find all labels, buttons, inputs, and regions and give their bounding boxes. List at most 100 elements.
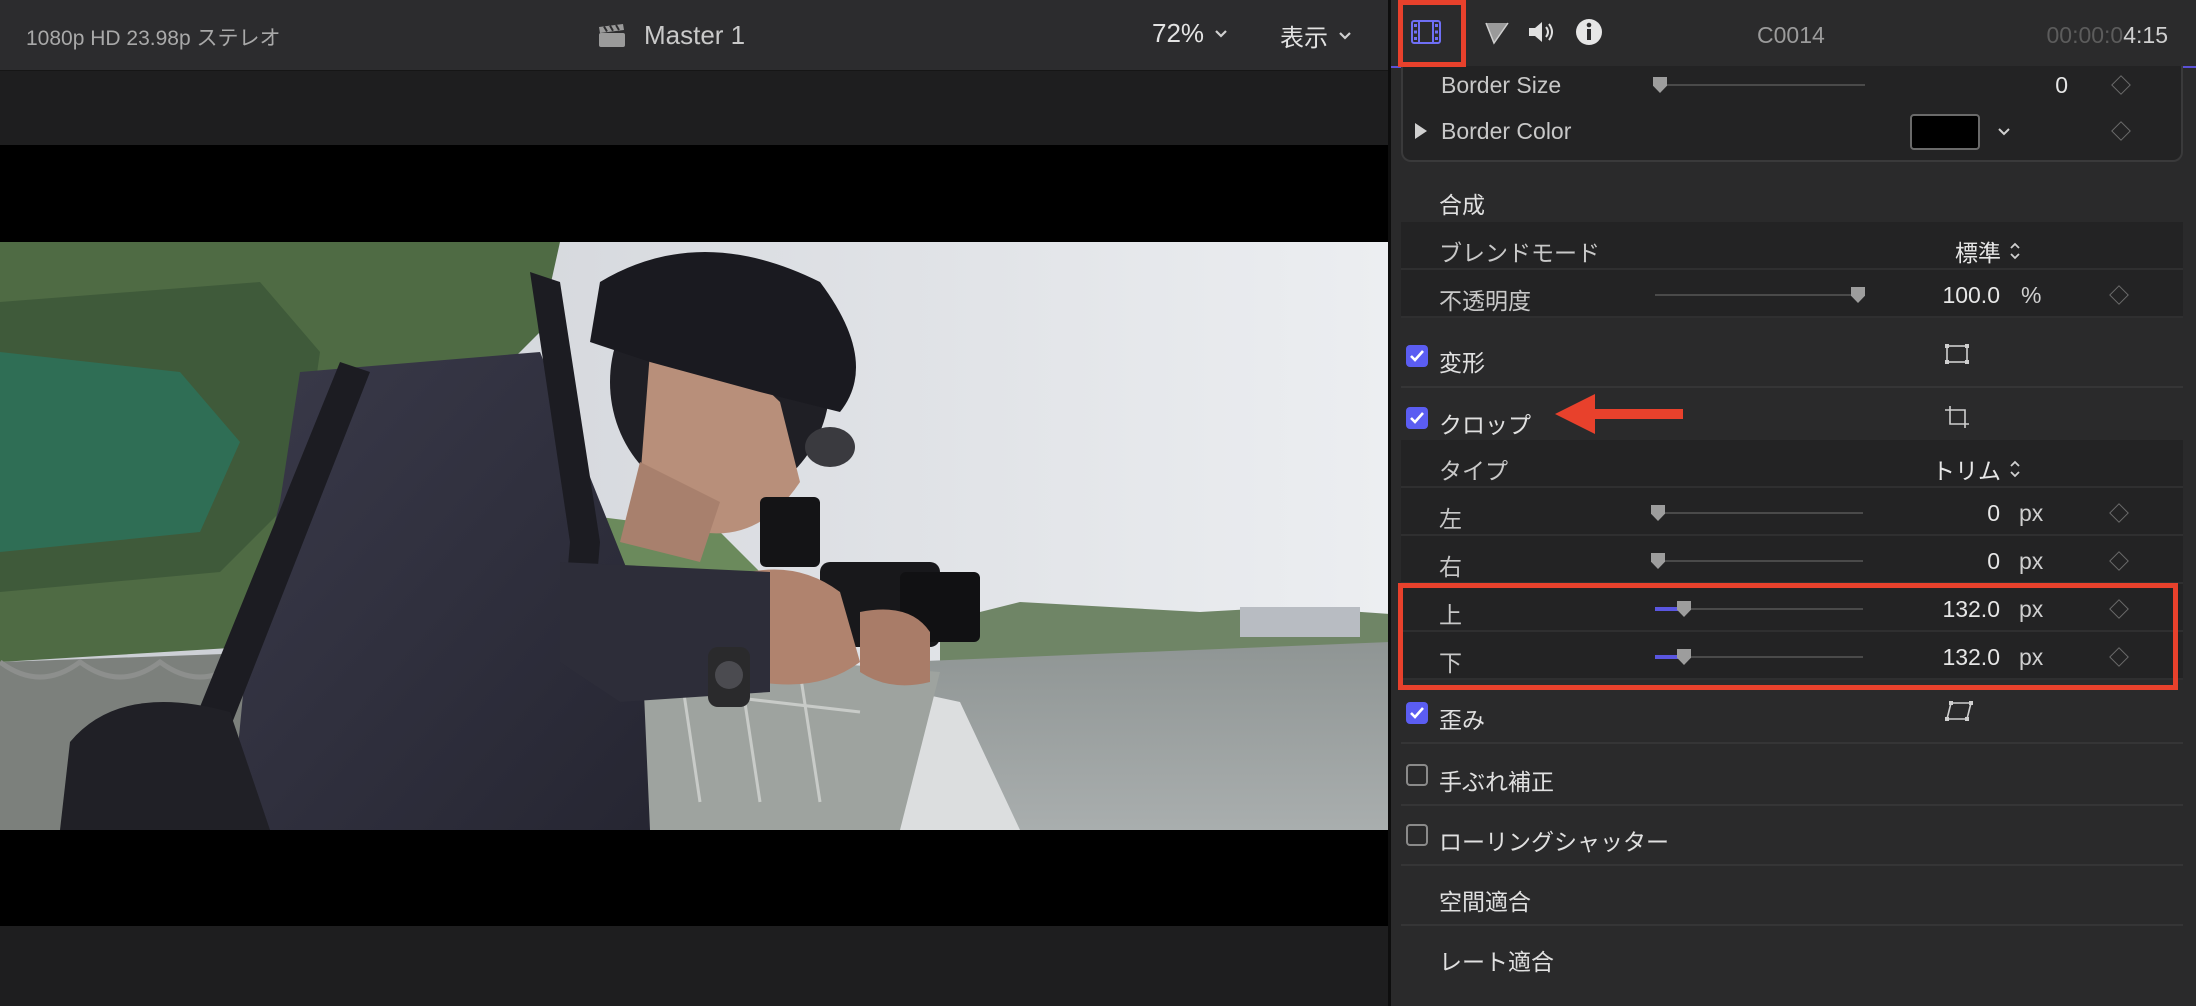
keyframe-icon[interactable] — [2109, 551, 2129, 571]
keyframe-icon[interactable] — [2109, 503, 2129, 523]
letterbox-bottom — [0, 830, 1390, 926]
crop-type-label: タイプ — [1439, 458, 1508, 484]
checkmark-icon — [1410, 707, 1424, 719]
zoom-value: 72% — [1152, 18, 1205, 48]
zoom-menu[interactable]: 72% — [1152, 18, 1228, 49]
stabilization-section: 手ぶれ補正 — [1401, 746, 2183, 806]
distort-title: 歪み — [1439, 707, 1485, 733]
viewer: 1080p HD 23.98p ステレオ Master 1 72% 表示 — [0, 0, 1390, 1006]
crop-left-slider[interactable] — [1651, 505, 1863, 521]
slider-thumb[interactable] — [1851, 287, 1865, 303]
updown-chevron-icon — [2010, 460, 2020, 478]
rate-conform-title: レート適合 — [1439, 949, 1554, 975]
transform-section: 変形 — [1401, 326, 2183, 388]
updown-chevron-icon — [2010, 242, 2020, 260]
blend-mode-popup[interactable]: 標準 — [1955, 234, 2021, 268]
slider-thumb[interactable] — [1653, 77, 1667, 93]
border-color-swatch[interactable] — [1910, 114, 1980, 150]
spatial-conform-section: 空間適合 — [1401, 866, 2183, 926]
disclosure-triangle-icon[interactable] — [1413, 122, 1429, 140]
distort-checkbox[interactable] — [1406, 702, 1428, 724]
crop-left-label: 左 — [1439, 506, 1462, 532]
crop-type-row: タイプ トリム — [1401, 440, 2183, 488]
info-inspector-tab[interactable] — [1571, 14, 1607, 50]
color-inspector-tab[interactable] — [1479, 14, 1515, 50]
crop-type-value: トリム — [1932, 458, 2001, 484]
border-size-label: Border Size — [1441, 72, 1562, 98]
distort-onscreen-icon[interactable] — [1943, 699, 1975, 723]
slider-thumb[interactable] — [1651, 505, 1665, 521]
chevron-down-icon — [1339, 31, 1351, 40]
inspector-header: C0014 00:00:04:15 — [1391, 0, 2196, 68]
checkmark-icon — [1410, 412, 1424, 424]
opacity-unit: % — [2021, 282, 2042, 308]
blend-mode-value: 標準 — [1955, 240, 2001, 266]
highlight-box-crop-top-bottom — [1398, 583, 2178, 690]
checkmark-icon — [1410, 350, 1424, 362]
transform-onscreen-icon[interactable] — [1943, 342, 1971, 366]
crop-right-slider[interactable] — [1651, 553, 1863, 569]
speaker-icon — [1529, 22, 1553, 42]
chevron-down-icon — [1215, 29, 1227, 38]
opacity-slider[interactable] — [1655, 287, 1865, 303]
clip-name: C0014 — [1757, 22, 1825, 48]
compositing-title: 合成 — [1439, 192, 1485, 218]
crop-right-unit: px — [2019, 548, 2044, 574]
info-icon — [1576, 19, 1602, 45]
project-title-menu[interactable]: Master 1 — [598, 20, 745, 51]
project-title: Master 1 — [644, 20, 746, 50]
audio-inspector-tab[interactable] — [1525, 14, 1561, 50]
crop-right-row: 右 0 px — [1401, 536, 2183, 584]
blend-mode-label: ブレンドモード — [1439, 240, 1600, 266]
timecode: 00:00:04:15 — [2046, 22, 2168, 49]
viewer-background — [0, 926, 1390, 1006]
timecode-bright: 4:15 — [2123, 22, 2168, 48]
crop-left-row: 左 0 px — [1401, 488, 2183, 536]
stabilization-checkbox[interactable] — [1406, 764, 1428, 786]
rolling-shutter-title: ローリングシャッター — [1439, 829, 1669, 855]
compositing-section: 合成 — [1401, 172, 2183, 222]
border-group: Border Size 0 Border Color — [1401, 66, 2183, 162]
chevron-down-icon[interactable] — [1997, 126, 2011, 138]
border-size-value[interactable]: 0 — [2055, 72, 2068, 99]
keyframe-icon[interactable] — [2109, 285, 2129, 305]
format-label: 1080p HD 23.98p ステレオ — [26, 27, 281, 50]
video-frame[interactable] — [0, 242, 1390, 830]
opacity-value[interactable]: 100.0 — [1942, 282, 2000, 309]
blend-mode-row: ブレンドモード 標準 — [1401, 222, 2183, 270]
arrow-left-icon — [1555, 394, 1683, 434]
crop-right-value[interactable]: 0 — [1987, 548, 2000, 575]
opacity-row: 不透明度 100.0 % — [1401, 270, 2183, 318]
highlight-box-video-tab — [1398, 0, 1466, 67]
rolling-shutter-checkbox[interactable] — [1406, 824, 1428, 846]
slider-thumb[interactable] — [1651, 553, 1665, 569]
rate-conform-section: レート適合 — [1401, 926, 2183, 986]
timecode-dim: 00:00:0 — [2046, 22, 2124, 48]
keyframe-icon[interactable] — [2111, 75, 2131, 95]
crop-right-label: 右 — [1439, 554, 1462, 580]
distort-section: 歪み — [1401, 684, 2183, 744]
border-size-slider[interactable] — [1653, 77, 1865, 93]
crop-left-value[interactable]: 0 — [1987, 500, 2000, 527]
crop-title: クロップ — [1439, 412, 1531, 438]
viewer-background — [0, 71, 1390, 145]
crop-checkbox[interactable] — [1406, 407, 1428, 429]
rolling-shutter-section: ローリングシャッター — [1401, 806, 2183, 866]
crop-onscreen-icon[interactable] — [1943, 404, 1971, 428]
transform-checkbox[interactable] — [1406, 345, 1428, 367]
view-menu[interactable]: 表示 — [1280, 18, 1352, 53]
inspector: C0014 00:00:04:15 Border Size 0 Border C… — [1391, 0, 2196, 1006]
spatial-conform-title: 空間適合 — [1439, 889, 1531, 915]
stabilization-title: 手ぶれ補正 — [1439, 769, 1554, 795]
crop-section: クロップ — [1401, 388, 2183, 448]
transform-title: 変形 — [1439, 350, 1485, 376]
crop-type-popup[interactable]: トリム — [1932, 452, 2021, 486]
view-menu-label: 表示 — [1280, 25, 1328, 52]
keyframe-icon[interactable] — [2111, 121, 2131, 141]
crop-left-unit: px — [2019, 500, 2044, 526]
viewer-toolbar: 1080p HD 23.98p ステレオ Master 1 72% 表示 — [0, 0, 1390, 71]
clapperboard-icon — [599, 23, 625, 47]
border-color-label: Border Color — [1441, 118, 1572, 144]
opacity-label: 不透明度 — [1439, 288, 1531, 314]
letterbox-top — [0, 145, 1390, 242]
